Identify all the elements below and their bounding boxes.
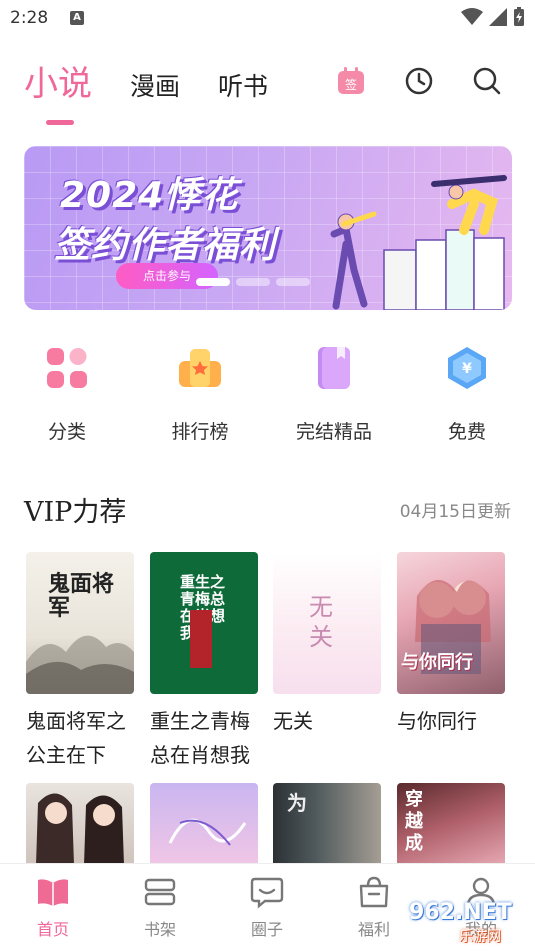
book-card[interactable]: 穿越成 bbox=[397, 783, 507, 865]
banner-headline: 2024悸花 bbox=[60, 175, 239, 216]
status-bar: 2:28 A bbox=[0, 0, 535, 38]
cover-title: 与你同行 bbox=[401, 652, 473, 673]
entry-label: 免费 bbox=[447, 421, 486, 443]
home-book-icon bbox=[38, 879, 68, 906]
pager-dot-active bbox=[196, 278, 230, 286]
bookshelf-icon bbox=[144, 878, 176, 906]
book-cover: 无关 bbox=[273, 552, 381, 694]
book-cover bbox=[150, 783, 258, 865]
nav-circle[interactable]: 圈子 bbox=[235, 874, 299, 940]
book-cover: 重生之青梅总在肖想我 bbox=[150, 552, 258, 694]
book-card[interactable]: 重生之青梅总在肖想我 重生之青梅总在肖想我 bbox=[150, 552, 260, 772]
entry-category[interactable]: 分类 bbox=[12, 345, 122, 444]
wifi-icon bbox=[461, 8, 483, 25]
cover-two-girls-art bbox=[36, 793, 124, 865]
book-title: 与你同行 bbox=[397, 709, 477, 733]
tab-novel[interactable]: 小说 bbox=[24, 56, 92, 105]
book-title: 无关 bbox=[273, 709, 313, 733]
cover-calligraphy-art bbox=[168, 818, 247, 846]
nav-label: 首页 bbox=[36, 920, 69, 939]
search-icon[interactable] bbox=[472, 66, 502, 96]
ranking-icon bbox=[179, 349, 221, 387]
category-icon bbox=[47, 348, 87, 388]
book-card[interactable]: 无关 无关 bbox=[273, 552, 383, 738]
active-tab-indicator bbox=[46, 120, 74, 125]
section-updated: 04月15日更新 bbox=[399, 502, 511, 522]
nav-bookshelf[interactable]: 书架 bbox=[128, 874, 192, 940]
history-clock-icon[interactable] bbox=[404, 66, 434, 96]
book-card[interactable] bbox=[150, 783, 260, 865]
pager-dot bbox=[276, 278, 310, 286]
nav-home[interactable]: 首页 bbox=[21, 874, 85, 940]
sign-in-calendar-icon[interactable]: 签 bbox=[336, 66, 366, 96]
tab-audiobook[interactable]: 听书 bbox=[218, 67, 268, 103]
gift-bag-icon bbox=[359, 876, 389, 908]
section-title: VIP力荐 bbox=[24, 497, 127, 528]
book-cover bbox=[26, 783, 134, 865]
book-cover: 为 bbox=[273, 783, 381, 865]
cover-title: 无关 bbox=[309, 593, 333, 651]
watermark-text: 962.NET bbox=[409, 900, 512, 925]
quick-entries: 分类 排行榜 完结精品 ¥ 免费 bbox=[0, 345, 535, 445]
nav-label: 书架 bbox=[143, 920, 176, 939]
banner-pager bbox=[196, 278, 310, 286]
status-time: 2:28 bbox=[10, 8, 49, 28]
sign-icon-text: 签 bbox=[345, 77, 357, 92]
entry-label: 排行榜 bbox=[171, 421, 229, 443]
top-tabs: 小说 漫画 听书 签 bbox=[0, 52, 535, 132]
nav-label: 圈子 bbox=[250, 920, 283, 939]
entry-label: 完结精品 bbox=[295, 421, 372, 443]
status-icons bbox=[461, 7, 525, 27]
book-title: 鬼面将军之公主在下 bbox=[26, 709, 126, 767]
book-cover: 与你同行 bbox=[397, 552, 505, 694]
pager-dot bbox=[236, 278, 270, 286]
chat-bubble-icon bbox=[250, 877, 284, 909]
entry-ranking[interactable]: 排行榜 bbox=[145, 345, 255, 444]
book-card[interactable]: 为 bbox=[273, 783, 383, 865]
book-card[interactable] bbox=[26, 783, 136, 865]
cover-title: 鬼面将军 bbox=[48, 571, 115, 621]
watermark-subtext: 乐游网 bbox=[459, 929, 501, 945]
svg-text:¥: ¥ bbox=[462, 361, 472, 377]
entry-free[interactable]: ¥ 免费 bbox=[412, 345, 522, 444]
battery-icon bbox=[514, 7, 524, 26]
cover-title: 为 bbox=[287, 791, 307, 815]
banner-subheadline: 签约作者福利 bbox=[54, 225, 277, 266]
free-icon: ¥ bbox=[448, 347, 486, 389]
cover-red-seal bbox=[190, 610, 212, 668]
book-cover: 鬼面将军 bbox=[26, 552, 134, 694]
book-card[interactable]: 鬼面将军 鬼面将军之公主在下 bbox=[26, 552, 136, 772]
book-icon bbox=[318, 347, 350, 389]
cover-title: 穿越成 bbox=[405, 789, 423, 854]
promo-banner[interactable]: 2024悸花 签约作者福利 点击参与 bbox=[24, 146, 512, 310]
entry-label: 分类 bbox=[47, 421, 86, 443]
banner-books-illustration bbox=[330, 175, 507, 310]
book-card[interactable]: 与你同行 与你同行 bbox=[397, 552, 507, 738]
signal-icon bbox=[489, 8, 507, 26]
notification-a-icon: A bbox=[70, 11, 84, 25]
entry-completed[interactable]: 完结精品 bbox=[279, 345, 389, 444]
watermark-logo: 962.NET 乐游网 bbox=[399, 898, 529, 946]
book-title: 重生之青梅总在肖想我 bbox=[150, 709, 250, 767]
book-cover: 穿越成 bbox=[397, 783, 505, 865]
nav-welfare[interactable]: 福利 bbox=[342, 874, 406, 940]
tab-comic[interactable]: 漫画 bbox=[130, 67, 180, 103]
nav-label: 福利 bbox=[357, 920, 390, 939]
